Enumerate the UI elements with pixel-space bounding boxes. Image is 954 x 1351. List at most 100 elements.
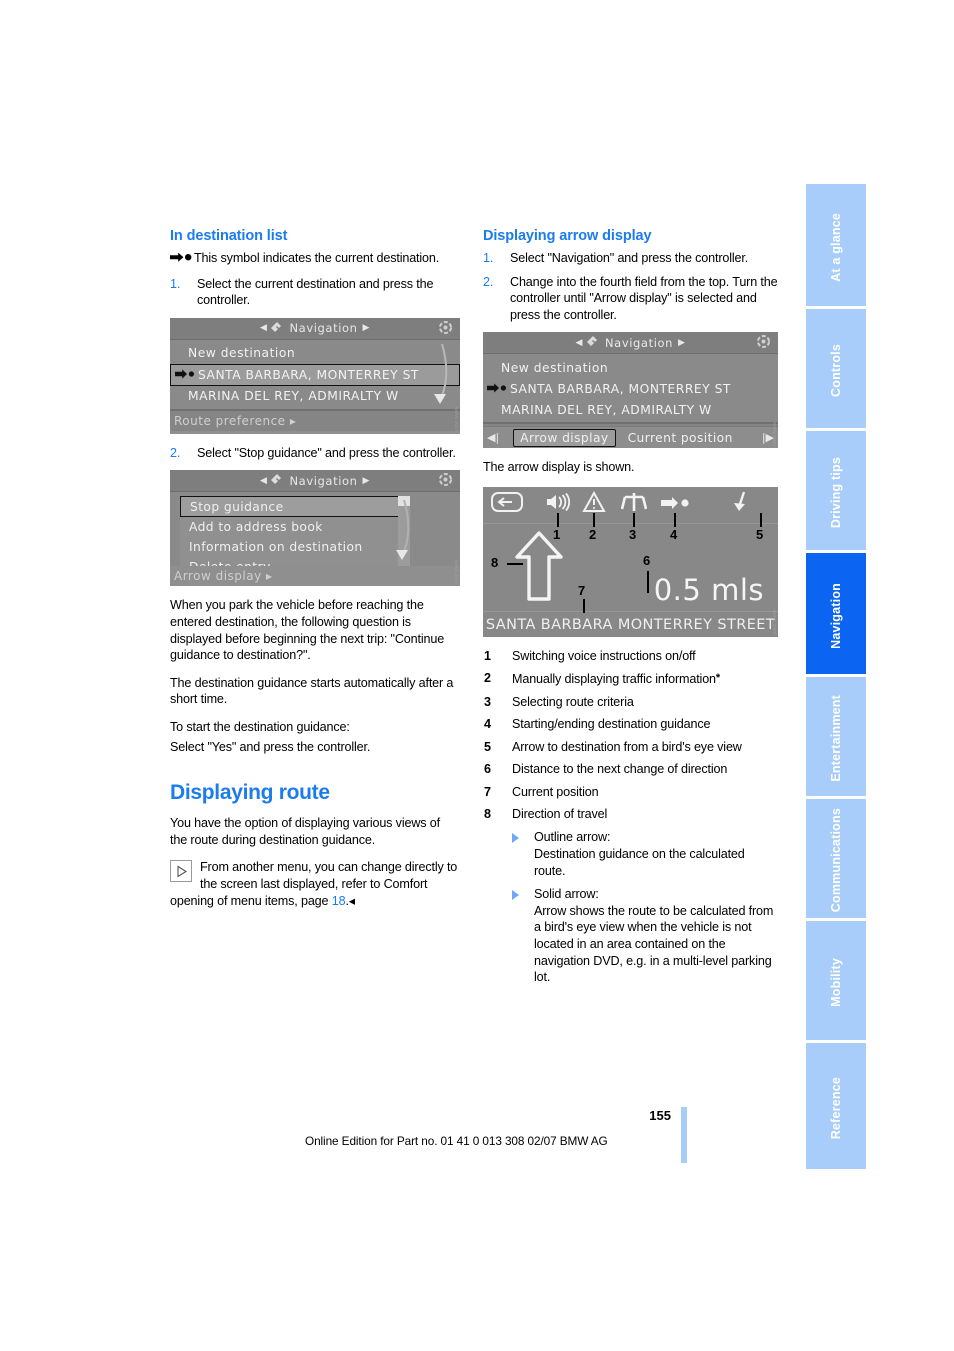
paragraph-park-vehicle: When you park the vehicle before reachin… [170,598,445,663]
legend-item: 3 Selecting route criteria [483,694,778,711]
legend-number: 3 [484,694,491,709]
chevron-left-icon: ◀ [259,475,268,486]
destination-symbol-text: This symbol indicates the current destin… [194,251,440,265]
legend-item: 5 Arrow to destination from a bird's eye… [483,739,778,756]
selector-arrow-display[interactable]: Arrow display [513,428,616,447]
image-watermark: BMW 2007 [454,559,459,585]
tab-entertainment[interactable]: Entertainment [806,677,866,796]
screen-row-second-destination[interactable]: MARINA DEL REY, ADMIRALTY W [483,399,778,420]
tab-reference[interactable]: Reference [806,1043,866,1169]
vehicle-icon [756,334,771,353]
comfort-opening-callout: From another menu, you can change direct… [170,859,460,909]
step-item: 1. Select "Navigation" and press the con… [483,250,778,267]
back-icon[interactable] [491,490,523,518]
screen-row-list: New destination SANTA BARBARA, MONTERREY… [483,354,778,420]
legend-text: Switching voice instructions on/off [512,648,696,663]
steps-stop-guidance: 2. Select "Stop guidance" and press the … [170,445,460,462]
step-number: 2. [170,445,181,460]
idrive-screenshot-destination-list: ◀ Navigation ▶ New destination SANTA BAR… [170,317,460,434]
callout-number: 7 [578,582,586,598]
screen-selector-bar: ◀| Arrow display Current position |▶ [483,426,778,449]
leader-line [593,512,595,527]
screen-row-selected-destination[interactable]: SANTA BARBARA, MONTERREY ST [170,363,460,386]
callout-number: 4 [670,526,678,542]
leader-line [507,562,523,565]
tab-at-a-glance[interactable]: At a glance [806,184,866,306]
page-reference-link[interactable]: 18 [332,894,346,908]
legend-text: Distance to the next change of direction [512,762,728,777]
menu-item-stop-guidance[interactable]: Stop guidance [180,496,404,518]
tab-communications[interactable]: Communications [806,799,866,918]
chevron-left-icon: ◀ [259,323,268,334]
screen-header: ◀ Navigation ▶ [170,470,460,493]
row-label: SANTA BARBARA, MONTERREY ST [198,367,419,382]
vehicle-icon [438,320,453,339]
legend-number: 6 [484,762,491,777]
legend-text: Arrow to destination from a bird's eye v… [512,739,742,754]
screen-title: Navigation [289,473,358,488]
screen-row-new-destination[interactable]: New destination [483,357,778,378]
step-number: 1. [483,251,494,265]
destination-symbol-note: This symbol indicates the current destin… [170,250,460,268]
legend-text: Manually displaying traffic information [512,672,716,687]
legend-item: 1 Switching voice instructions on/off [483,648,778,665]
idrive-screenshot-stop-guidance-menu: ◀ Navigation ▶ Stop guidance Add to addr… [170,470,460,587]
destination-arrow-icon [175,368,195,382]
menu-item-add-to-address-book[interactable]: Add to address book [180,517,404,537]
tab-navigation[interactable]: Navigation [806,553,866,674]
screen-row-current-destination[interactable]: SANTA BARBARA, MONTERREY ST [483,378,778,399]
screen-row-arrow-display[interactable]: Arrow display ▸ [170,566,460,587]
callout-number: 8 [491,554,499,570]
page-number: 155 [649,1108,671,1123]
satellite-icon [270,321,284,336]
legend-item: 7 Current position [483,784,778,801]
tab-controls[interactable]: Controls [806,309,866,428]
callout-text-end: .◂ [345,893,355,908]
leader-line [760,512,762,527]
screen-row-route-preference[interactable]: Route preference ▸ [170,410,460,431]
screen-row-arrow-display[interactable]: Arrow display ▸ [170,430,460,434]
legend-number: 2 [484,671,491,686]
satellite-icon [270,473,284,488]
direction-of-travel-arrow-icon [515,531,563,601]
leader-line [674,512,676,527]
destination-arrow-icon [487,382,507,396]
selector-current-position[interactable]: Current position [622,431,739,445]
menu-item-label: Stop guidance [190,499,284,514]
idrive-screenshot-arrow-display: 1 2 3 4 5 8 0.5 mls 6 SANTA BARBARA MONT… [483,486,778,637]
distance-to-next-turn: 0.5 mls [653,572,764,607]
selector-left-arrow-icon[interactable]: ◀| [483,431,503,444]
step-item: 1. Select the current destination and pr… [170,276,460,309]
tab-label: Driving tips [829,456,843,529]
section-heading-displaying-arrow-display: Displaying arrow display [483,228,652,244]
screen-row-second-destination[interactable]: MARINA DEL REY, ADMIRALTY W [170,386,460,407]
bullet-text: Arrow shows the route to be calculated f… [534,903,774,985]
row-label: New destination [188,346,296,361]
legend-item: 2 Manually displaying traffic informatio… [483,670,778,688]
menu-item-information-on-destination[interactable]: Information on destination [180,537,404,557]
destination-arrow-icon [170,251,192,268]
chevron-right-icon: ▶ [362,323,371,334]
vehicle-icon [438,472,453,491]
tab-label: Entertainment [829,695,843,782]
destination-arrow-icon[interactable] [661,495,691,514]
legend-number: 7 [484,784,491,799]
bullet-text: Destination guidance on the calculated r… [534,847,745,878]
menu-item-label: Add to address book [189,520,323,535]
legend-number: 4 [484,717,491,732]
screen-row-new-destination[interactable]: New destination [170,343,460,364]
leader-line [557,512,559,527]
tab-label: Communications [829,808,843,913]
tab-mobility[interactable]: Mobility [806,921,866,1040]
screen-divider [483,522,778,524]
current-position-street: SANTA BARBARA MONTERREY STREET [485,616,776,633]
legend-item: 8 Direction of travel [483,806,778,823]
step-number: 2. [483,274,494,289]
section-heading-in-destination-list: In destination list [170,228,288,244]
screen-row-list: New destination SANTA BARBARA, MONTERREY… [170,340,460,407]
tab-driving-tips[interactable]: Driving tips [806,431,866,550]
row-label: Route preference ▸ [174,413,297,428]
birds-eye-arrow-icon[interactable] [731,491,751,519]
chevron-left-icon: ◀ [575,337,583,348]
scroll-indicator-arrow-icon [396,500,410,561]
